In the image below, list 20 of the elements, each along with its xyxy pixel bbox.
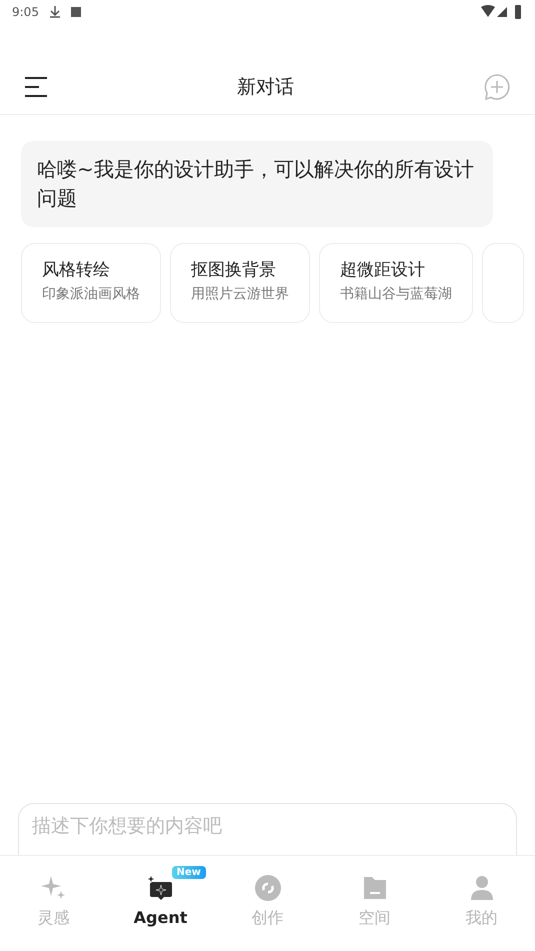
prompt-field[interactable]: 描述下你想要的内容吧 xyxy=(18,803,517,855)
new-badge: New xyxy=(172,866,206,879)
download-icon xyxy=(48,6,61,18)
app-icon xyxy=(70,7,81,17)
suggestion-title: 抠图换背景 xyxy=(191,259,277,281)
status-time: 9:05 xyxy=(12,5,39,19)
swirl-icon xyxy=(254,874,282,902)
suggestion-card[interactable]: 超微距设计 书籍山谷与蓝莓湖 xyxy=(319,243,473,323)
chat-sparkle-icon xyxy=(146,874,174,902)
suggestion-subtitle: 用照片云游世界 xyxy=(191,285,289,303)
suggestion-subtitle: 书籍山谷与蓝莓湖 xyxy=(340,285,452,303)
menu-icon[interactable] xyxy=(24,76,48,98)
suggestion-subtitle: 印象派油画风格 xyxy=(42,285,140,303)
suggestion-card[interactable]: 风格转绘 印象派油画风格 xyxy=(21,243,161,323)
suggestion-title: 风格转绘 xyxy=(42,259,111,281)
suggestion-title: 超微距设计 xyxy=(340,259,426,281)
header-title: 新对话 xyxy=(237,75,294,100)
signal-battery-icon xyxy=(481,5,523,19)
suggestion-card[interactable]: 抠图换背景 用照片云游世界 xyxy=(170,243,310,323)
assistant-message: 哈喽~我是你的设计助手，可以解决你的所有设计问题 xyxy=(21,141,493,227)
